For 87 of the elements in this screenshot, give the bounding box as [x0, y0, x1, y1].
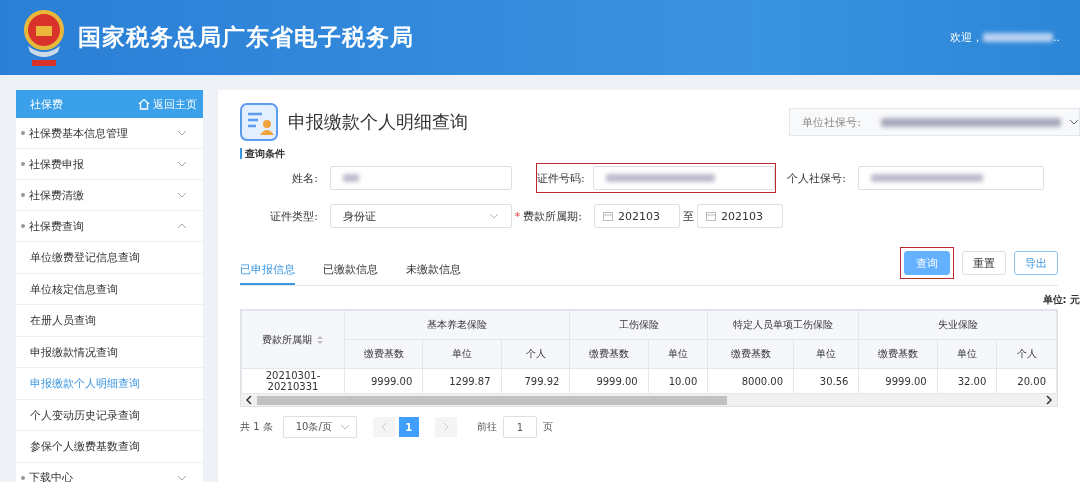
- column-header: 单位: [422, 339, 502, 369]
- table-cell: 9999.00: [858, 368, 938, 394]
- menu-item[interactable]: 个人变动历史记录查询: [16, 399, 203, 431]
- section-title: 查询条件: [240, 148, 1080, 159]
- arrow-left-icon: [245, 395, 253, 405]
- menu-group[interactable]: 下载中心: [16, 462, 203, 482]
- table-cell: 20210301-20210331: [241, 368, 345, 394]
- column-header: 缴费基数: [707, 339, 794, 369]
- column-header: 缴费基数: [569, 339, 649, 369]
- chevron-down-icon: [177, 161, 187, 167]
- table-cell: 1299.87: [422, 368, 502, 394]
- chevron-down-icon: [177, 474, 187, 481]
- column-group-header: 特定人员单项工伤保险: [707, 310, 859, 340]
- reset-button[interactable]: 重置: [962, 251, 1006, 275]
- chevron-down-icon: [1069, 119, 1079, 125]
- column-header: 单位: [937, 339, 997, 369]
- chevron-up-icon: [177, 223, 187, 229]
- date-field[interactable]: 202103: [697, 204, 783, 228]
- welcome-text: 欢迎，: [950, 30, 983, 45]
- menu-item[interactable]: 单位核定信息查询: [16, 273, 203, 305]
- date-field[interactable]: 202103: [594, 204, 680, 228]
- chevron-down-icon: [489, 213, 499, 219]
- required-mark: *: [514, 209, 521, 223]
- chevron-down-icon: [339, 424, 350, 430]
- menu-item[interactable]: 单位缴费登记信息查询: [16, 242, 203, 274]
- previous-page-button[interactable]: [372, 417, 395, 437]
- chevron-down-icon: [177, 130, 187, 136]
- site-title: 国家税务总局广东省电子税务局: [78, 23, 415, 52]
- chevron-right-icon: [442, 422, 449, 432]
- page-size-select[interactable]: 10条/页: [282, 416, 357, 438]
- column-header: 费款所属期: [241, 310, 345, 369]
- goto-label: 前往: [476, 420, 497, 434]
- page-suffix: 页: [542, 420, 553, 434]
- table-cell: 32.00: [937, 368, 997, 394]
- table-cell: 9999.00: [344, 368, 423, 394]
- home-icon: [138, 98, 150, 110]
- select-field[interactable]: 身份证: [330, 204, 512, 228]
- input-field[interactable]: [330, 166, 512, 190]
- range-separator: 至: [683, 208, 694, 224]
- scrollbar-thumb[interactable]: [257, 395, 727, 405]
- menu-item[interactable]: 参保个人缴费基数查询: [16, 431, 203, 463]
- column-group-header: 工伤保险: [569, 310, 708, 340]
- menu-group[interactable]: 社保费查询: [16, 211, 203, 242]
- total-count: 共 1 条: [240, 420, 273, 434]
- input-field[interactable]: [593, 166, 775, 190]
- field-label: 证件号码:: [537, 171, 585, 185]
- field-label: 姓名:: [292, 171, 318, 185]
- calendar-icon: [706, 211, 716, 221]
- column-group-header: 基本养老保险: [344, 310, 570, 340]
- menu-group[interactable]: 社保费申报: [16, 149, 203, 180]
- chevron-left-icon: [380, 422, 387, 432]
- next-page-button[interactable]: [434, 417, 457, 437]
- tab[interactable]: 已缴款信息: [323, 256, 378, 285]
- document-person-icon: [240, 103, 278, 141]
- table-cell: 799.92: [501, 368, 570, 394]
- table-cell: 8000.00: [707, 368, 794, 394]
- arrow-right-icon: [1045, 395, 1053, 405]
- page-title: 申报缴款个人明细查询: [288, 110, 469, 134]
- input-field[interactable]: [858, 166, 1044, 190]
- column-header: 单位: [648, 339, 708, 369]
- column-header: 缴费基数: [344, 339, 423, 369]
- ellipsis-text: ..: [1053, 31, 1060, 44]
- column-header: 缴费基数: [858, 339, 938, 369]
- chevron-down-icon: [177, 192, 187, 198]
- tab[interactable]: 未缴款信息: [406, 256, 461, 285]
- calendar-icon: [603, 211, 613, 221]
- field-label: 个人社保号:: [787, 171, 846, 185]
- unit-note: 单位: 元: [1041, 293, 1080, 307]
- sidebar-title: 社保费: [30, 96, 63, 112]
- table-cell: 20.00: [996, 368, 1057, 394]
- sort-icon: [316, 334, 324, 345]
- table-cell: 9999.00: [569, 368, 649, 394]
- menu-item[interactable]: 申报缴款情况查询: [16, 336, 203, 368]
- table-cell: 30.56: [793, 368, 859, 394]
- menu-item[interactable]: 在册人员查询: [16, 305, 203, 337]
- column-header: 单位: [793, 339, 859, 369]
- menu-group[interactable]: 社保费基本信息管理: [16, 118, 203, 149]
- page-input[interactable]: 1: [502, 416, 537, 438]
- column-header: 个人: [501, 339, 570, 369]
- table-cell: 10.00: [648, 368, 708, 394]
- column-group-header: 失业保险: [858, 310, 1057, 340]
- field-label: 费款所属期:: [523, 209, 582, 223]
- column-header: 个人: [996, 339, 1057, 369]
- horizontal-scrollbar[interactable]: [241, 394, 1057, 406]
- menu-group[interactable]: 社保费清缴: [16, 180, 203, 211]
- unit-select[interactable]: 单位社保号:: [789, 108, 1080, 136]
- field-label: 证件类型:: [270, 209, 318, 223]
